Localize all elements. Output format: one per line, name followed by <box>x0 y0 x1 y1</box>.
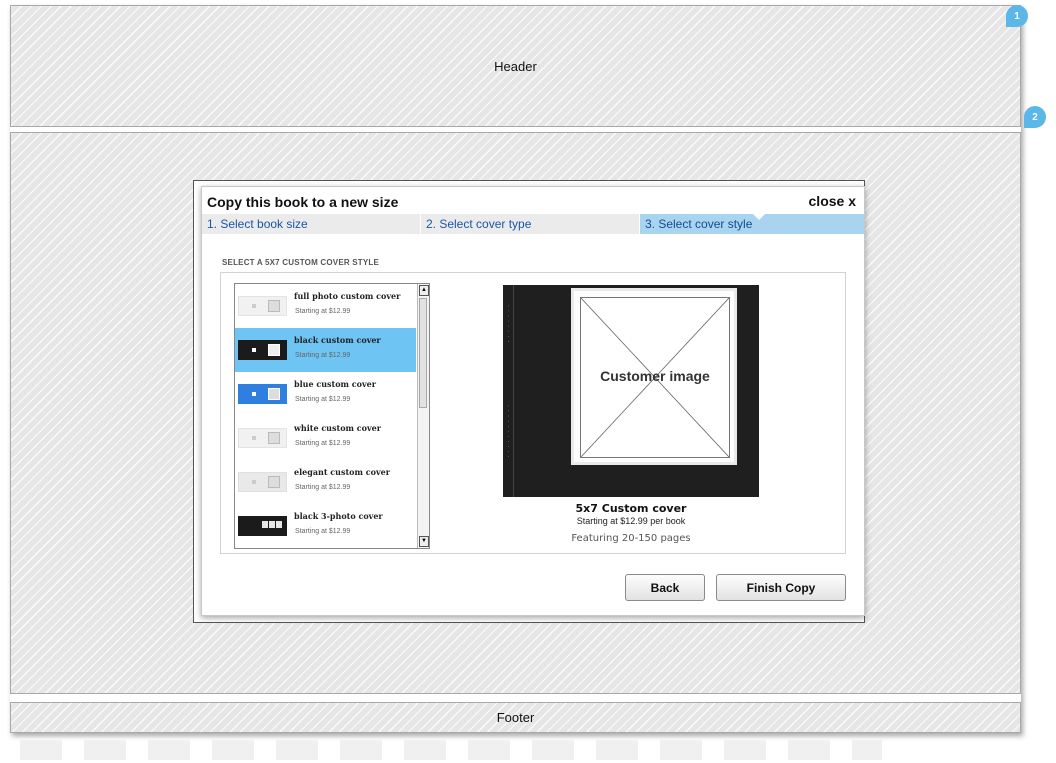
preview-title: 5x7 Custom cover <box>575 502 687 515</box>
cover-thumbnail <box>238 340 287 360</box>
preview-price: Starting at $12.99 per book <box>576 516 686 526</box>
copy-book-dialog: Copy this book to a new size close x 1. … <box>201 186 865 616</box>
cover-thumbnail <box>238 516 287 536</box>
cover-spine <box>513 285 514 497</box>
cover-item-black-3-photo[interactable]: black 3-photo cover Starting at $12.99 <box>235 504 416 548</box>
step-select-cover-style-label: 3. Select cover style <box>645 217 753 231</box>
cover-item-price: Starting at $12.99 <box>295 484 351 491</box>
footer-region: Footer <box>10 702 1021 733</box>
cover-thumbnail <box>238 428 287 448</box>
active-step-notch <box>752 213 766 220</box>
step-select-book-size[interactable]: 1. Select book size <box>202 214 421 234</box>
cover-item-price: Starting at $12.99 <box>295 528 351 535</box>
section-label: SELECT A 5X7 CUSTOM COVER STYLE <box>222 258 380 267</box>
cover-style-panel: full photo custom cover Starting at $12.… <box>220 272 846 554</box>
ghost-strip <box>276 740 318 760</box>
cover-item-elegant[interactable]: elegant custom cover Starting at $12.99 <box>235 460 416 504</box>
step-select-cover-type[interactable]: 2. Select cover type <box>421 214 640 234</box>
ghost-strip <box>84 740 126 760</box>
ghost-strip <box>788 740 830 760</box>
ghost-strip <box>596 740 638 760</box>
ghost-strip <box>340 740 382 760</box>
cover-item-name: elegant custom cover <box>294 467 390 477</box>
footer-label: Footer <box>496 710 535 725</box>
dialog-title: Copy this book to a new size <box>207 194 399 210</box>
photo-mat: Customer image <box>574 291 734 462</box>
cover-item-white[interactable]: white custom cover Starting at $12.99 <box>235 416 416 460</box>
step-select-cover-style[interactable]: 3. Select cover style <box>640 213 864 234</box>
cover-thumbnail <box>238 472 287 492</box>
ghost-strip <box>404 740 446 760</box>
customer-image-label: Customer image <box>600 368 710 384</box>
wizard-steps: 1. Select book size 2. Select cover type… <box>202 213 864 234</box>
ghost-strip <box>852 740 882 760</box>
scroll-down-arrow-icon[interactable]: ▼ <box>419 536 429 547</box>
cover-item-name: full photo custom cover <box>294 291 401 301</box>
cover-item-black[interactable]: black custom cover Starting at $12.99 <box>235 328 416 372</box>
header-region: Header <box>10 5 1021 127</box>
cover-item-name: black custom cover <box>294 335 381 345</box>
preview-pages: Featuring 20-150 pages <box>571 533 691 544</box>
cover-item-name: black 3-photo cover <box>294 511 383 521</box>
cover-item-full-photo[interactable]: full photo custom cover Starting at $12.… <box>235 284 416 328</box>
annotation-marker-1: 1 <box>1006 5 1028 27</box>
dialog-container: Copy this book to a new size close x 1. … <box>193 180 865 623</box>
list-scrollbar[interactable]: ▲ ▼ <box>417 284 429 548</box>
ghost-strip <box>212 740 254 760</box>
cover-item-name: white custom cover <box>294 423 381 433</box>
scrollbar-thumb[interactable] <box>419 298 427 408</box>
cover-item-price: Starting at $12.99 <box>295 352 351 359</box>
header-label: Header <box>494 59 537 74</box>
cover-style-list[interactable]: full photo custom cover Starting at $12.… <box>234 283 430 549</box>
close-button[interactable]: close x <box>809 193 856 209</box>
ghost-strip <box>660 740 702 760</box>
scroll-up-arrow-icon[interactable]: ▲ <box>419 285 429 296</box>
back-button[interactable]: Back <box>625 574 705 601</box>
ghost-strip <box>468 740 510 760</box>
cover-item-name: blue custom cover <box>294 379 376 389</box>
ghost-strip <box>724 740 766 760</box>
finish-copy-button[interactable]: Finish Copy <box>716 574 846 601</box>
ghost-strip <box>532 740 574 760</box>
cover-preview: · · · · · · · · · · · · · · · · · · · Cu… <box>503 285 759 497</box>
cover-item-price: Starting at $12.99 <box>295 440 351 447</box>
cover-item-blue[interactable]: blue custom cover Starting at $12.99 <box>235 372 416 416</box>
annotation-marker-2: 2 <box>1024 106 1046 128</box>
cover-item-price: Starting at $12.99 <box>295 396 351 403</box>
cover-thumbnail <box>238 296 287 316</box>
ghost-strip <box>20 740 62 760</box>
customer-image-placeholder: Customer image <box>580 297 730 458</box>
spine-decoration: · · · · · · · · <box>505 305 511 344</box>
ghost-strip <box>148 740 190 760</box>
cover-item-price: Starting at $12.99 <box>295 308 351 315</box>
cover-thumbnail <box>238 384 287 404</box>
spine-decoration: · · · · · · · · · · · <box>505 405 511 459</box>
